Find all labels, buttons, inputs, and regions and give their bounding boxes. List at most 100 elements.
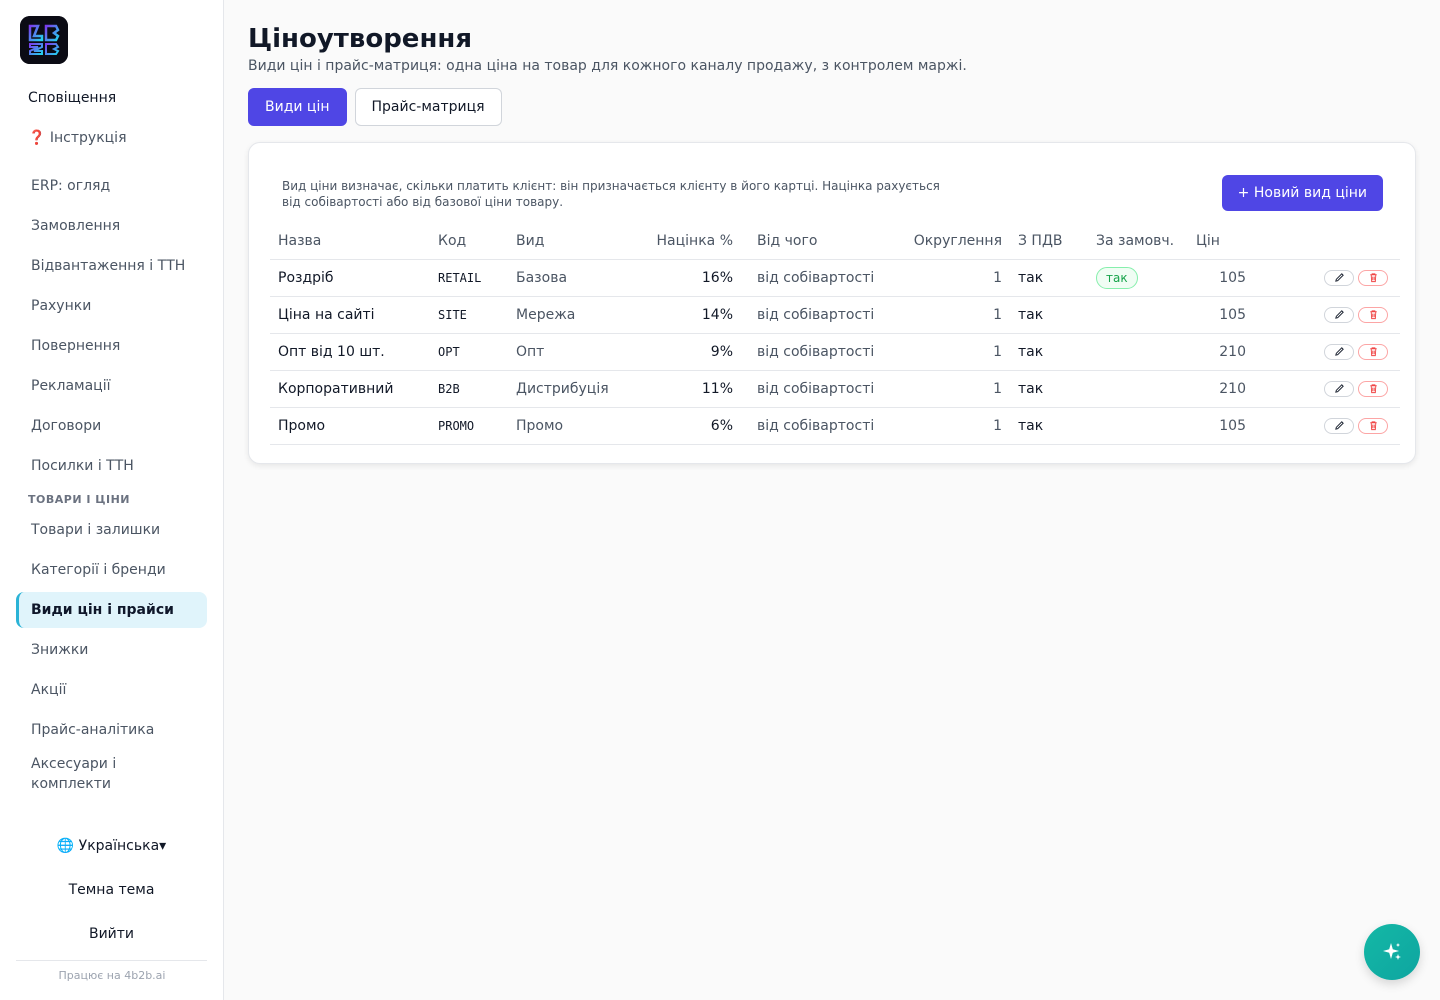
tab-price-types[interactable]: Види цін bbox=[248, 88, 347, 126]
cell-vat: так bbox=[1010, 333, 1088, 371]
sidebar-item-invoices[interactable]: Рахунки bbox=[16, 288, 207, 324]
card-description-line2: від собівартості або від базової ціни то… bbox=[282, 195, 564, 209]
logo-icon[interactable] bbox=[20, 16, 68, 64]
sidebar-item-returns[interactable]: Повернення bbox=[16, 328, 207, 364]
delete-button[interactable] bbox=[1358, 306, 1388, 323]
cell-kind: Промо bbox=[508, 407, 628, 445]
cell-count: 210 bbox=[1188, 333, 1268, 371]
sidebar: Сповіщення ❓ Інструкція ERP: огляд Замов… bbox=[0, 0, 224, 1000]
cell-vat: так bbox=[1010, 296, 1088, 334]
cell-rounding: 1 bbox=[886, 333, 1010, 371]
price-types-table: Назва Код Вид Націнка % Від чого Округле… bbox=[270, 223, 1400, 445]
sidebar-item-promotions[interactable]: Акції bbox=[16, 672, 207, 708]
sidebar-item-categories[interactable]: Категорії і бренди bbox=[16, 552, 207, 588]
cell-name: Корпоративний bbox=[270, 370, 430, 408]
cell-kind: Базова bbox=[508, 259, 628, 297]
powered-by: Працює на 4b2b.ai bbox=[58, 969, 166, 982]
column-header-default[interactable]: За замовч. bbox=[1088, 223, 1188, 260]
column-header-markup[interactable]: Націнка % bbox=[628, 223, 741, 260]
column-header-count[interactable]: Цін bbox=[1188, 223, 1268, 260]
cell-vat: так bbox=[1010, 370, 1088, 408]
sidebar-item-orders[interactable]: Замовлення bbox=[16, 208, 207, 244]
table-row[interactable]: Корпоративний B2B Дистрибуція 11% від собіва… bbox=[270, 370, 1400, 408]
cell-code: SITE bbox=[430, 296, 508, 334]
cell-rounding: 1 bbox=[886, 407, 1010, 445]
column-header-vat[interactable]: З ПДВ bbox=[1010, 223, 1088, 260]
sidebar-item-price-analytics[interactable]: Прайс-аналітика bbox=[16, 712, 207, 748]
cell-default: так bbox=[1088, 259, 1188, 297]
sidebar-item-shipments[interactable]: Відвантаження і ТТН bbox=[16, 248, 207, 284]
cell-actions bbox=[1268, 296, 1400, 334]
language-select[interactable]: 🌐 Українська▾ bbox=[16, 828, 207, 864]
column-header-kind[interactable]: Вид bbox=[508, 223, 628, 260]
cell-rounding: 1 bbox=[886, 296, 1010, 334]
default-badge: так bbox=[1096, 266, 1138, 289]
pencil-icon bbox=[1334, 383, 1345, 394]
sidebar-item-contracts[interactable]: Договори bbox=[16, 408, 207, 444]
table-row[interactable]: Опт від 10 шт. OPT Опт 9% від собівартості 1 т… bbox=[270, 333, 1400, 371]
edit-button[interactable] bbox=[1324, 343, 1354, 360]
sidebar-nav: Сповіщення ❓ Інструкція ERP: огляд Замов… bbox=[16, 80, 207, 800]
cell-markup: 6% bbox=[628, 407, 741, 445]
column-header-code[interactable]: Код bbox=[430, 223, 508, 260]
cell-from: від собівартості bbox=[741, 407, 886, 445]
sidebar-item-products[interactable]: Товари і залишки bbox=[16, 512, 207, 548]
cell-default bbox=[1088, 407, 1188, 445]
cell-code: RETAIL bbox=[430, 259, 508, 297]
edit-button[interactable] bbox=[1324, 306, 1354, 323]
cell-markup: 11% bbox=[628, 370, 741, 408]
cell-name: Промо bbox=[270, 407, 430, 445]
cell-default bbox=[1088, 333, 1188, 371]
column-header-name[interactable]: Назва bbox=[270, 223, 430, 260]
edit-button[interactable] bbox=[1324, 380, 1354, 397]
new-price-type-button[interactable]: + Новий вид ціни bbox=[1221, 175, 1383, 211]
cell-vat: так bbox=[1010, 407, 1088, 445]
edit-button[interactable] bbox=[1324, 269, 1354, 286]
column-header-from[interactable]: Від чого bbox=[741, 223, 886, 260]
sidebar-item-price-types[interactable]: Види цін і прайси bbox=[16, 592, 207, 628]
card-description: Вид ціни визначає, скільки платить клієн… bbox=[282, 178, 962, 210]
tab-price-matrix[interactable]: Прайс-матриця bbox=[354, 88, 502, 126]
cell-kind: Дистрибуція bbox=[508, 370, 628, 408]
delete-button[interactable] bbox=[1358, 380, 1388, 397]
cell-actions bbox=[1268, 333, 1400, 371]
table-row[interactable]: Роздріб RETAIL Базова 16% від собівартості 1 т… bbox=[270, 259, 1400, 297]
table-row[interactable]: Промо PROMO Промо 6% від собівартості 1 так 105 bbox=[270, 407, 1400, 445]
logout-button[interactable]: Вийти bbox=[16, 916, 207, 952]
cell-from: від собівартості bbox=[741, 333, 886, 371]
sidebar-item-parcels[interactable]: Посилки і ТТН bbox=[16, 448, 207, 484]
ai-assistant-button[interactable] bbox=[1364, 924, 1420, 980]
sidebar-section-title: ТОВАРИ І ЦІНИ bbox=[28, 493, 130, 506]
delete-button[interactable] bbox=[1358, 269, 1388, 286]
theme-toggle[interactable]: Темна тема bbox=[16, 872, 207, 908]
table-row[interactable]: Ціна на сайті SITE Мережа 14% від собівартос… bbox=[270, 296, 1400, 334]
cell-actions bbox=[1268, 407, 1400, 445]
pencil-icon bbox=[1334, 420, 1345, 431]
page-title: Ціноутворення bbox=[248, 24, 473, 54]
sidebar-item-accessories[interactable]: Аксесуари і комплекти bbox=[16, 752, 146, 796]
cell-code: PROMO bbox=[430, 407, 508, 445]
column-header-rounding[interactable]: Округлення bbox=[886, 223, 1010, 260]
sidebar-item-notifications[interactable]: Сповіщення bbox=[16, 80, 207, 116]
trash-icon bbox=[1368, 383, 1379, 394]
sidebar-item-erp-overview[interactable]: ERP: огляд bbox=[16, 168, 207, 204]
table-header-row: Назва Код Вид Націнка % Від чого Округле… bbox=[270, 223, 1400, 260]
sidebar-item-claims[interactable]: Рекламації bbox=[16, 368, 207, 404]
delete-button[interactable] bbox=[1358, 417, 1388, 434]
cell-code: B2B bbox=[430, 370, 508, 408]
sidebar-item-discounts[interactable]: Знижки bbox=[16, 632, 207, 668]
edit-button[interactable] bbox=[1324, 417, 1354, 434]
sidebar-item-instructions[interactable]: ❓ Інструкція bbox=[16, 120, 207, 156]
cell-count: 105 bbox=[1188, 296, 1268, 334]
cell-kind: Мережа bbox=[508, 296, 628, 334]
sparkle-icon bbox=[1383, 943, 1401, 960]
cell-count: 105 bbox=[1188, 407, 1268, 445]
table-body: Роздріб RETAIL Базова 16% від собівартості 1 т… bbox=[270, 259, 1400, 445]
delete-button[interactable] bbox=[1358, 343, 1388, 360]
cell-code: OPT bbox=[430, 333, 508, 371]
trash-icon bbox=[1368, 309, 1379, 320]
column-header-actions bbox=[1268, 223, 1400, 260]
pencil-icon bbox=[1334, 309, 1345, 320]
cell-kind: Опт bbox=[508, 333, 628, 371]
pencil-icon bbox=[1334, 346, 1345, 357]
